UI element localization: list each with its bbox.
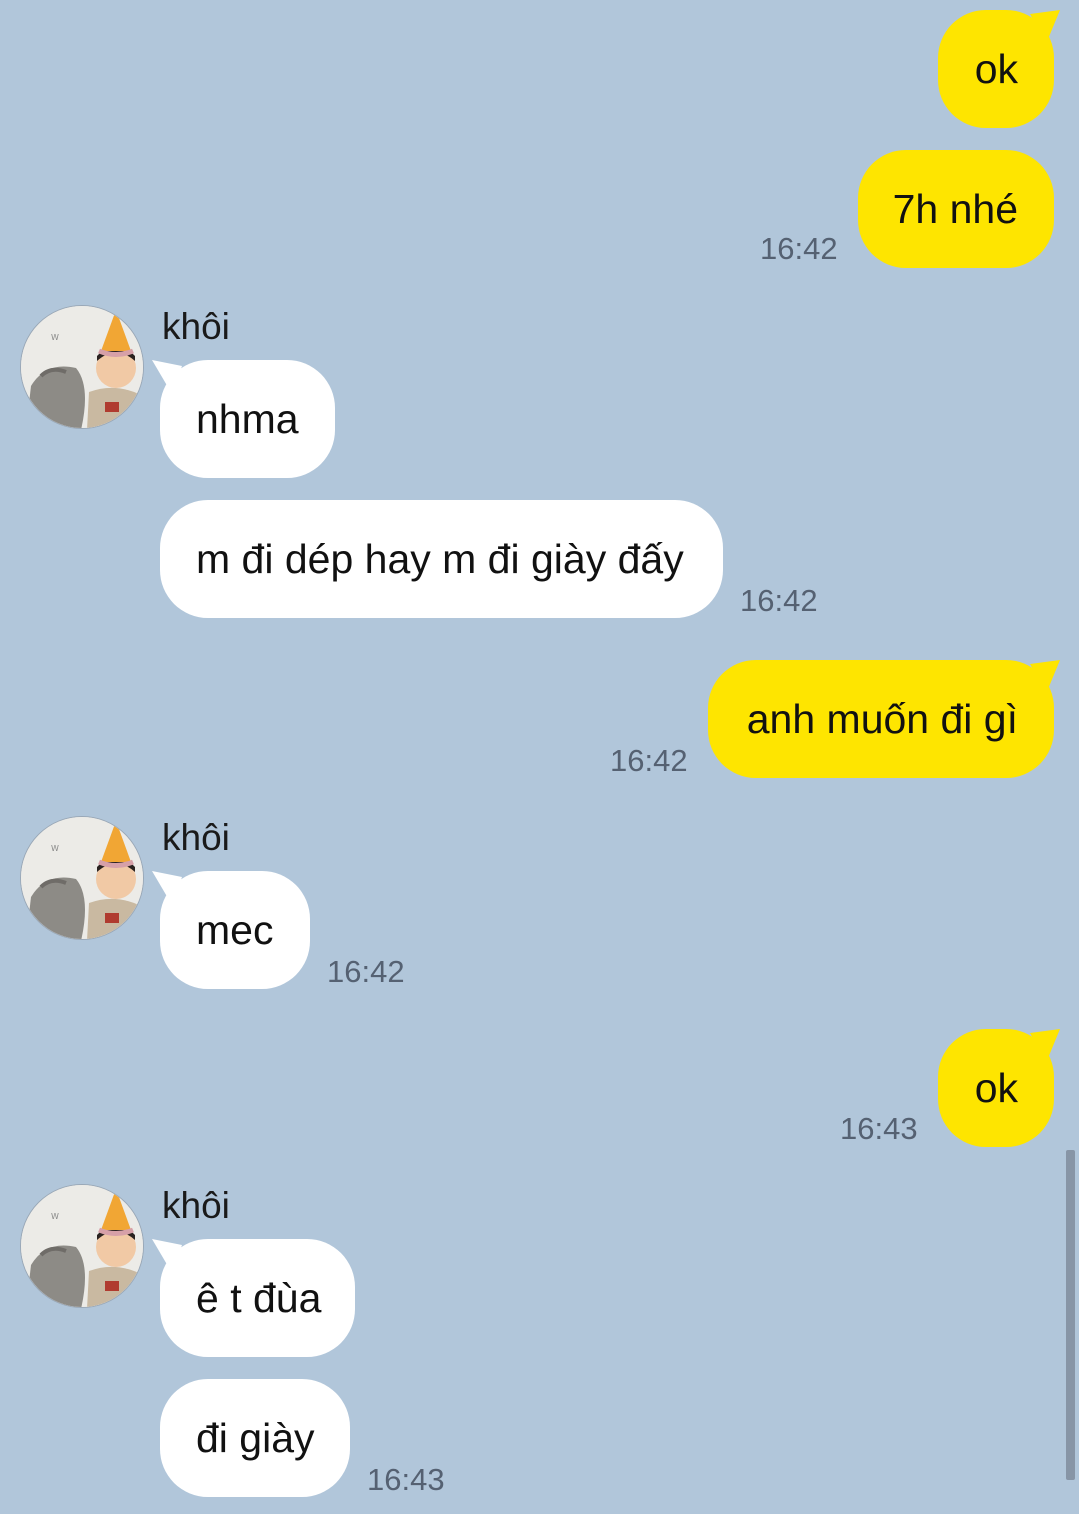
profile-photo-icon: W xyxy=(21,306,143,428)
message-timestamp: 16:43 xyxy=(367,1462,445,1497)
message-text: m đi dép hay m đi giày đấy xyxy=(196,535,684,582)
sender-name: khôi xyxy=(162,1185,230,1226)
message-text: ok xyxy=(974,45,1018,92)
svg-text:W: W xyxy=(51,333,59,342)
scrollbar-thumb[interactable] xyxy=(1066,1150,1075,1480)
bubble-tail-icon xyxy=(1030,10,1060,44)
message-bubble-incoming[interactable]: mec xyxy=(160,871,310,989)
bubble-tail-icon xyxy=(1030,660,1060,694)
bubble-tail-icon xyxy=(1030,1029,1060,1063)
message-text: 7h nhé xyxy=(892,185,1018,232)
message-bubble-outgoing[interactable]: anh muốn đi gì xyxy=(708,660,1054,778)
message-timestamp: 16:42 xyxy=(610,743,688,778)
message-text: mec xyxy=(196,906,274,953)
contact-avatar[interactable]: W xyxy=(20,816,144,940)
message-text: nhma xyxy=(196,395,299,442)
message-timestamp: 16:43 xyxy=(840,1111,918,1146)
message-text: ok xyxy=(974,1064,1018,1111)
message-bubble-outgoing[interactable]: 7h nhé xyxy=(858,150,1054,268)
message-timestamp: 16:42 xyxy=(740,583,818,618)
svg-text:W: W xyxy=(51,844,59,853)
message-bubble-incoming[interactable]: nhma xyxy=(160,360,335,478)
contact-avatar[interactable]: W xyxy=(20,1184,144,1308)
message-text: anh muốn đi gì xyxy=(746,695,1018,742)
message-text: ê t đùa xyxy=(196,1274,322,1321)
message-text: đi giày xyxy=(196,1414,315,1461)
message-timestamp: 16:42 xyxy=(327,954,405,989)
contact-avatar[interactable]: W xyxy=(20,305,144,429)
svg-text:W: W xyxy=(51,1212,59,1221)
chat-message-list[interactable]: ok 7h nhé 16:42 W khôi nhma m đi dép hay… xyxy=(0,0,1079,1514)
profile-photo-icon: W xyxy=(21,817,143,939)
sender-name: khôi xyxy=(162,817,230,858)
profile-photo-icon: W xyxy=(21,1185,143,1307)
message-bubble-incoming[interactable]: ê t đùa xyxy=(160,1239,355,1357)
message-bubble-incoming[interactable]: m đi dép hay m đi giày đấy xyxy=(160,500,723,618)
message-timestamp: 16:42 xyxy=(760,231,838,266)
sender-name: khôi xyxy=(162,306,230,347)
message-bubble-incoming[interactable]: đi giày xyxy=(160,1379,350,1497)
